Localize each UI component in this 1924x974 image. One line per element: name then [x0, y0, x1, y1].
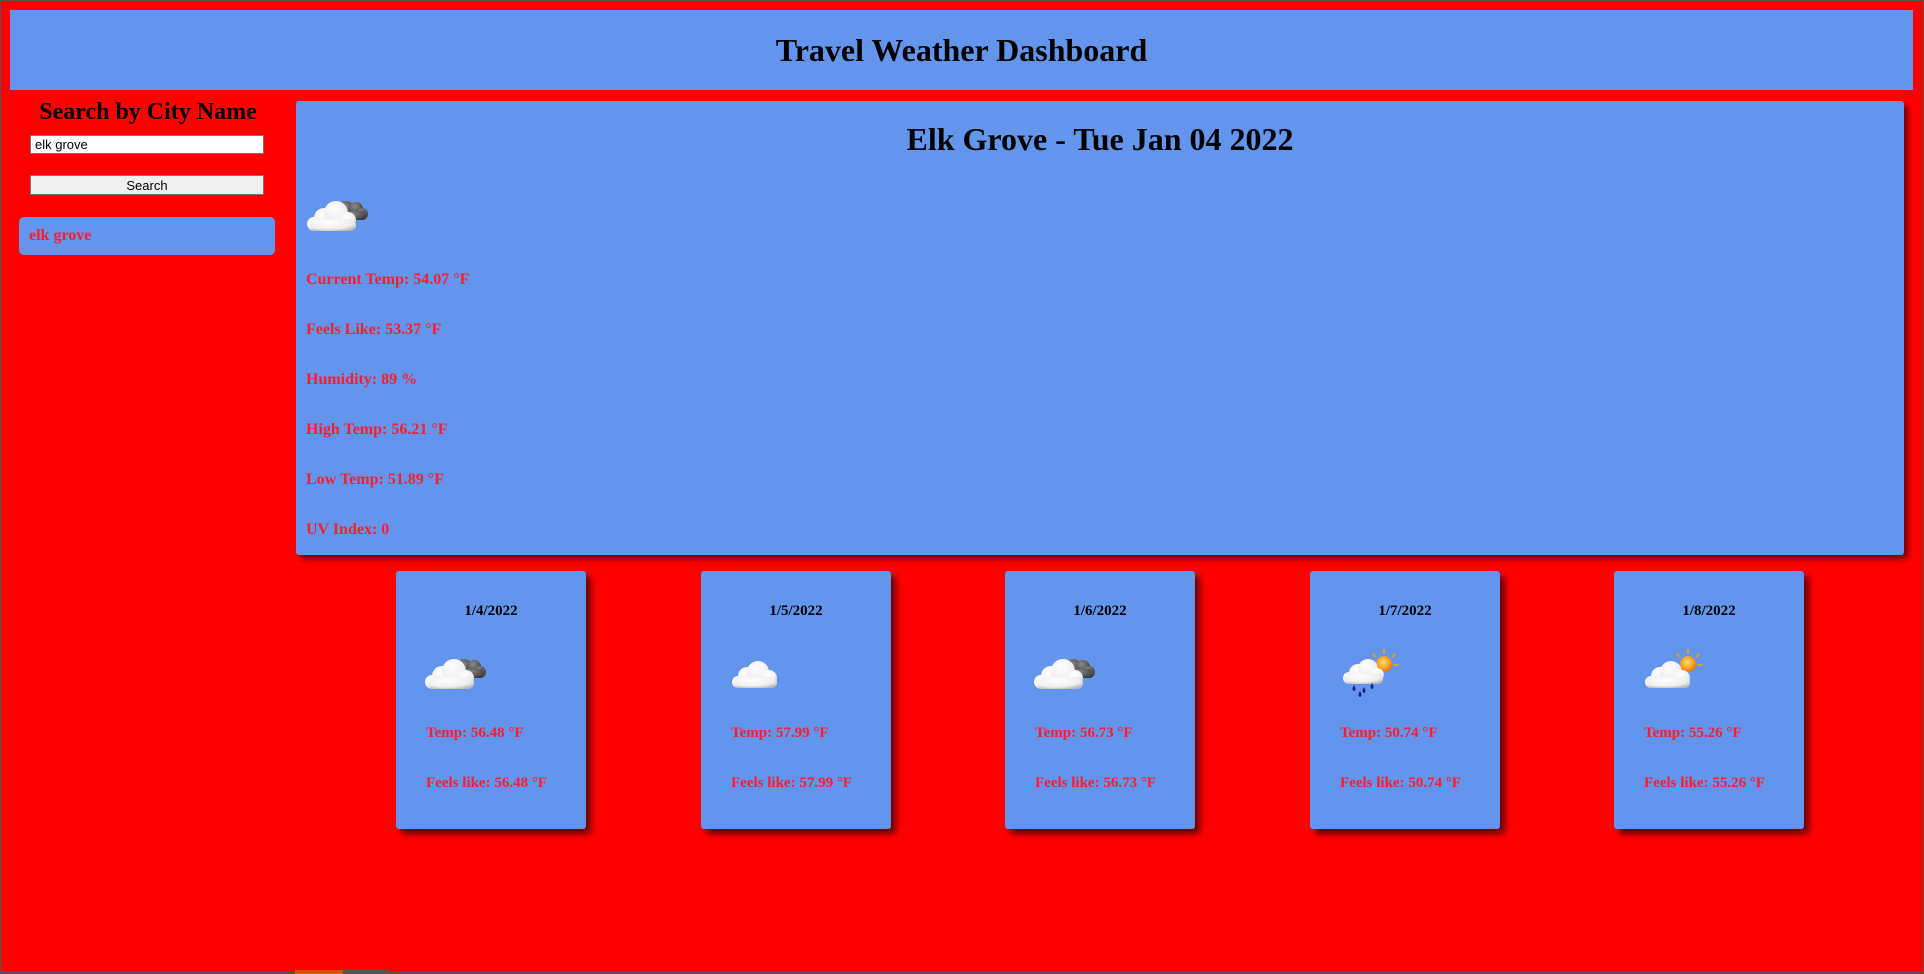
history-item-elk-grove[interactable]: elk grove — [19, 217, 275, 255]
forecast-date: 1/7/2022 — [1378, 603, 1432, 619]
feels-like: Feels Like: 53.37 °F — [306, 321, 442, 338]
page-title: Travel Weather Dashboard — [775, 31, 1148, 68]
partly-sunny-icon — [1638, 647, 1708, 697]
forecast-feels-like: Feels like: 50.74 °F — [1340, 775, 1461, 791]
forecast-date: 1/6/2022 — [1073, 603, 1127, 619]
cloudy-icon — [420, 647, 490, 697]
forecast-temp: Temp: 56.73 °F — [1035, 725, 1133, 741]
search-button[interactable]: Search — [30, 175, 264, 195]
forecast-card: 1/5/2022 Temp: 57.99 °F Feels like: 57.9… — [701, 571, 891, 829]
high-temp: High Temp: 56.21 °F — [306, 421, 448, 438]
current-temp: Current Temp: 54.07 °F — [306, 271, 470, 288]
forecast-feels-like: Feels like: 55.26 °F — [1644, 775, 1765, 791]
taskbar-strip — [343, 970, 389, 974]
forecast-temp: Temp: 50.74 °F — [1340, 725, 1438, 741]
current-weather-panel: Elk Grove - Tue Jan 04 2022 Current Temp… — [296, 101, 1904, 555]
city-search-input[interactable] — [30, 135, 264, 154]
cloudy-icon — [302, 189, 372, 239]
forecast-feels-like: Feels like: 57.99 °F — [731, 775, 852, 791]
forecast-feels-like: Feels like: 56.48 °F — [426, 775, 547, 791]
forecast-card: 1/4/2022 Temp: 56.48 °F Feels like: 56.4… — [396, 571, 586, 829]
search-heading: Search by City Name — [39, 99, 257, 125]
forecast-date: 1/5/2022 — [769, 603, 823, 619]
cloudy-icon — [1029, 647, 1099, 697]
forecast-date: 1/8/2022 — [1682, 603, 1736, 619]
humidity: Humidity: 89 % — [306, 371, 418, 388]
current-city-title: Elk Grove - Tue Jan 04 2022 — [906, 121, 1294, 157]
forecast-card: 1/7/2022 Temp: 50.74 °F Feels like: 50.7… — [1310, 571, 1500, 829]
forecast-temp: Temp: 55.26 °F — [1644, 725, 1742, 741]
forecast-card: 1/6/2022 Temp: 56.73 °F Feels like: 56.7… — [1005, 571, 1195, 829]
forecast-card: 1/8/2022 Temp: 55.26 °F Feels like: 55.2… — [1614, 571, 1804, 829]
forecast-temp: Temp: 56.48 °F — [426, 725, 524, 741]
forecast-feels-like: Feels like: 56.73 °F — [1035, 775, 1156, 791]
low-temp: Low Temp: 51.89 °F — [306, 471, 444, 488]
forecast-temp: Temp: 57.99 °F — [731, 725, 829, 741]
taskbar-strip — [295, 970, 343, 974]
cloud-icon — [725, 647, 795, 697]
rain-sun-icon — [1334, 647, 1404, 697]
forecast-date: 1/4/2022 — [464, 603, 518, 619]
search-sidebar: Search by City Name Search elk grove — [19, 97, 277, 255]
uv-index: UV Index: 0 — [306, 521, 390, 538]
page-header: Travel Weather Dashboard — [10, 10, 1913, 90]
